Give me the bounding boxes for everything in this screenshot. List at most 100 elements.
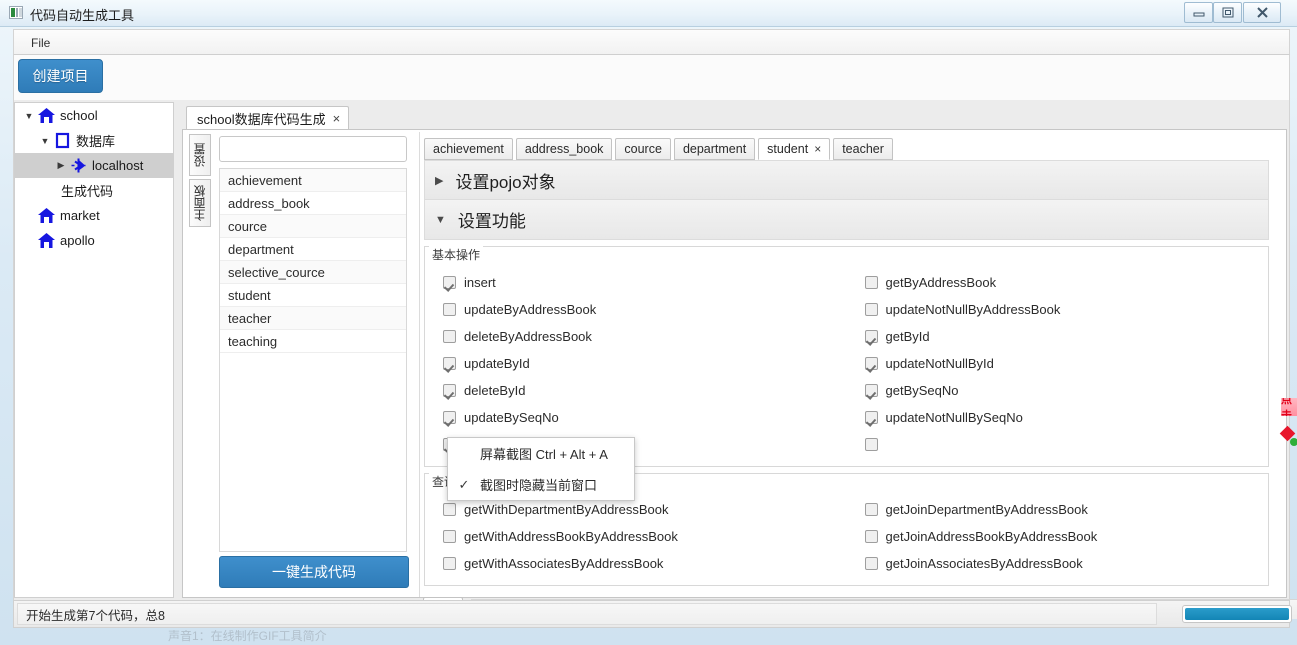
document-tab-school[interactable]: school数据库代码生成 × [186, 106, 350, 130]
checkbox-row[interactable]: updateById [425, 350, 847, 377]
checkbox-row[interactable]: updateNotNullByAddressBook [847, 296, 1269, 323]
app-icon [9, 6, 23, 19]
checkbox-row[interactable]: getWithAddressBookByAddressBook [425, 523, 847, 550]
list-item[interactable]: address_book [220, 192, 406, 215]
checkbox-row[interactable]: updateNotNullById [847, 350, 1269, 377]
list-item[interactable]: teacher [220, 307, 406, 330]
tree-item-localhost[interactable]: ▶ localhost [15, 153, 173, 178]
checkbox-row[interactable]: insert [425, 269, 847, 296]
screenshot-context-menu[interactable]: 屏幕截图 Ctrl + Alt + A ✓ 截图时隐藏当前窗口 [447, 437, 635, 501]
checkbox-row[interactable]: getBySeqNo [847, 377, 1269, 404]
checkbox-row[interactable]: updateByAddressBook [425, 296, 847, 323]
checkbox[interactable] [443, 303, 456, 316]
home-icon [37, 207, 57, 225]
checkbox-row[interactable]: getByAddressBook [847, 269, 1269, 296]
chevron-down-icon[interactable]: ▼ [21, 111, 37, 121]
tree-item-market[interactable]: market [15, 203, 173, 228]
background-window-text: 声音1：在线制作GIF工具简介 [168, 630, 468, 645]
list-item[interactable]: student [220, 284, 406, 307]
tree-item-database[interactable]: ▼ 数据库 [15, 128, 173, 153]
checkbox-row[interactable]: updateNotNullBySeqNo [847, 404, 1269, 431]
checkbox-row[interactable]: getJoinAddressBookByAddressBook [847, 523, 1269, 550]
tree-item-school[interactable]: ▼ school [15, 103, 173, 128]
tree-item-label: 数据库 [76, 134, 116, 149]
tab-cource[interactable]: cource [615, 138, 671, 160]
list-item[interactable]: department [220, 238, 406, 261]
tree-item-generate-code[interactable]: 生成代码 [15, 178, 173, 203]
checkbox[interactable] [864, 557, 878, 570]
menu-item-file[interactable]: File [24, 34, 57, 52]
checkbox[interactable] [864, 503, 878, 516]
status-message: 开始生成第7个代码，总8 [17, 603, 1157, 625]
settings-scroll-area[interactable]: ▶ 设置pojo对象 ▼ 设置功能 基本操作 insert getByAddre… [424, 160, 1269, 586]
tab-department[interactable]: department [673, 138, 756, 160]
close-button[interactable] [1243, 2, 1281, 23]
chevron-right-icon[interactable]: ▶ [435, 174, 443, 187]
menu-bar: File [13, 29, 1290, 55]
checkbox-row[interactable] [847, 431, 1269, 458]
bluetooth-icon [69, 157, 89, 175]
checkbox-row[interactable]: deleteById [425, 377, 847, 404]
table-search-input[interactable] [219, 136, 407, 162]
list-item[interactable]: teaching [220, 330, 406, 353]
checkbox[interactable] [443, 330, 456, 343]
checkbox[interactable] [864, 276, 878, 289]
generate-all-code-button[interactable]: 一键生成代码 [219, 556, 409, 588]
chevron-down-icon[interactable]: ▼ [37, 136, 53, 146]
checkbox-label: getByAddressBook [885, 275, 997, 290]
table-list-panel: achievement address_book cource departme… [219, 132, 415, 595]
table-list[interactable]: achievement address_book cource departme… [219, 168, 407, 552]
window-title: 代码自动生成工具 [30, 8, 135, 23]
checkbox[interactable] [443, 530, 456, 543]
close-icon[interactable]: × [814, 142, 821, 156]
create-project-button[interactable]: 创建项目 [18, 59, 103, 93]
close-icon[interactable]: × [333, 111, 341, 126]
list-item[interactable]: selective_cource [220, 261, 406, 284]
chevron-down-icon[interactable]: ▼ [435, 214, 446, 226]
chevron-right-icon[interactable]: ▶ [53, 160, 69, 171]
checkbox-row[interactable]: updateBySeqNo [425, 404, 847, 431]
checkbox[interactable] [443, 503, 456, 516]
checkbox-label: getBySeqNo [885, 383, 959, 398]
checkbox[interactable] [864, 357, 878, 370]
side-tab-settings[interactable]: 设置 [189, 134, 211, 176]
tab-teacher[interactable]: teacher [833, 138, 893, 160]
tab-achievement[interactable]: achievement [424, 138, 513, 160]
main-content-area: ▼ school ▼ 数据库 ▶ localhost 生成代码 market a… [13, 100, 1297, 619]
accordion-pojo-settings[interactable]: ▶ 设置pojo对象 [424, 160, 1269, 200]
tab-student[interactable]: student × [758, 138, 831, 160]
menu-item-screenshot[interactable]: 屏幕截图 Ctrl + Alt + A [448, 438, 634, 469]
checkbox[interactable] [864, 411, 878, 424]
checkbox-label: getWithAssociatesByAddressBook [464, 556, 664, 571]
checkbox[interactable] [864, 303, 878, 316]
restore-button[interactable] [1213, 2, 1242, 23]
menu-item-hide-window-on-capture[interactable]: ✓ 截图时隐藏当前窗口 [448, 469, 634, 500]
tab-label: department [682, 142, 747, 156]
accordion-function-settings[interactable]: ▼ 设置功能 [424, 200, 1269, 240]
checkbox[interactable] [443, 357, 456, 370]
list-item[interactable]: achievement [220, 169, 406, 192]
list-item[interactable]: cource [220, 215, 406, 238]
checkbox[interactable] [443, 276, 456, 289]
checkbox[interactable] [864, 384, 878, 397]
checkbox[interactable] [443, 384, 456, 397]
tree-item-label: market [60, 208, 100, 223]
checkbox-row[interactable]: getJoinAssociatesByAddressBook [847, 550, 1269, 577]
floating-capture-widget[interactable]: 点击 [1279, 398, 1297, 456]
checkbox-row[interactable]: getById [847, 323, 1269, 350]
checkbox[interactable] [443, 411, 456, 424]
checkbox-row[interactable]: deleteByAddressBook [425, 323, 847, 350]
application-window: 代码自动生成工具 File 创建项目 ▼ school ▼ 数据库 ▶ loca… [0, 0, 1297, 645]
checkbox-row[interactable]: getJoinDepartmentByAddressBook [847, 496, 1269, 523]
checkbox[interactable] [864, 438, 878, 451]
side-tab-main-panel[interactable]: 主面板 [189, 179, 211, 227]
minimize-button[interactable] [1184, 2, 1213, 23]
checkbox-label: insert [464, 275, 496, 290]
checkbox[interactable] [864, 530, 878, 543]
floating-widget-label[interactable]: 点击 [1281, 398, 1297, 416]
checkbox-row[interactable]: getWithAssociatesByAddressBook [425, 550, 847, 577]
checkbox[interactable] [864, 330, 878, 343]
tab-address-book[interactable]: address_book [515, 138, 613, 160]
tree-item-apollo[interactable]: apollo [15, 228, 173, 253]
checkbox[interactable] [443, 557, 456, 570]
